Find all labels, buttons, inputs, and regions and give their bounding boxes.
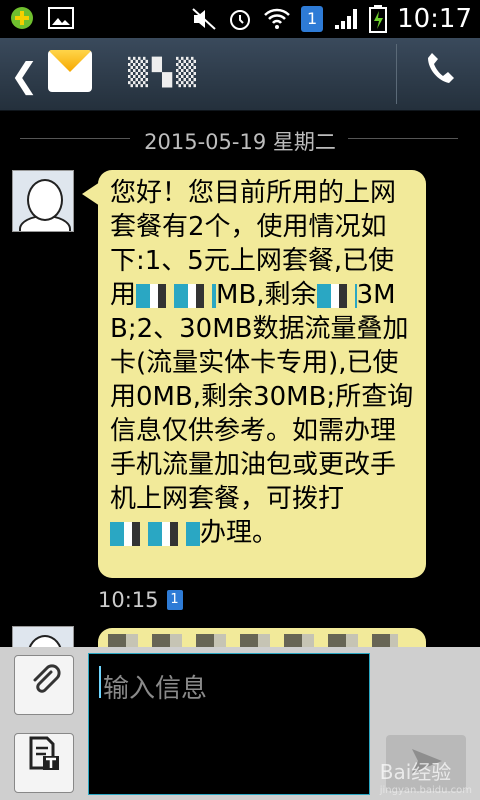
paperclip-icon — [33, 664, 61, 693]
header-divider — [396, 44, 397, 104]
watermark: Bai经验 jingyan.baidu.com — [379, 760, 472, 796]
messages-envelope-icon[interactable] — [48, 50, 92, 92]
back-icon[interactable]: ❮ — [10, 56, 39, 96]
mute-icon — [192, 8, 216, 30]
sim-indicator: 1 — [166, 590, 183, 610]
signal-icon — [335, 9, 358, 29]
app-notification-icon — [11, 7, 33, 29]
attach-button[interactable] — [14, 655, 74, 715]
conversation-header: ❮ ▒▚▒ — [0, 38, 480, 111]
message-composer: 输入信息 Bai经验 jingyan.baidu.com — [0, 647, 480, 800]
message-bubble[interactable]: 您好！您目前所用的上网套餐有2个，使用情况如下:1、5元上网套餐,已使用 MB,剩… — [82, 170, 426, 578]
text-template-button[interactable] — [14, 733, 74, 793]
status-bar: 1 10:17 — [0, 0, 480, 38]
message-input[interactable]: 输入信息 — [88, 653, 370, 795]
text-template-icon — [29, 736, 59, 770]
alarm-icon — [230, 10, 251, 30]
wifi-icon — [264, 8, 290, 29]
contact-name: ▒▚▒ — [128, 58, 200, 88]
status-time: 10:17 — [397, 4, 472, 34]
redacted-text — [110, 521, 200, 546]
sender-avatar[interactable] — [12, 170, 74, 232]
redacted-text — [316, 283, 357, 308]
message-text: 您好！您目前所用的上网套餐有2个，使用情况如下:1、5元上网套餐,已使用 MB,剩… — [110, 178, 414, 548]
message-input-placeholder: 输入信息 — [103, 674, 208, 704]
date-separator: 2015-05-19 星期二 — [0, 118, 480, 158]
image-notification-icon — [48, 7, 74, 29]
call-icon — [428, 53, 454, 83]
date-label: 2015-05-19 星期二 — [144, 130, 336, 154]
sim-indicator: 1 — [301, 6, 324, 32]
redacted-text — [136, 283, 217, 308]
message-timestamp: 10:15 1 — [98, 588, 183, 612]
call-button[interactable] — [418, 50, 462, 98]
battery-charging-icon — [369, 5, 388, 33]
